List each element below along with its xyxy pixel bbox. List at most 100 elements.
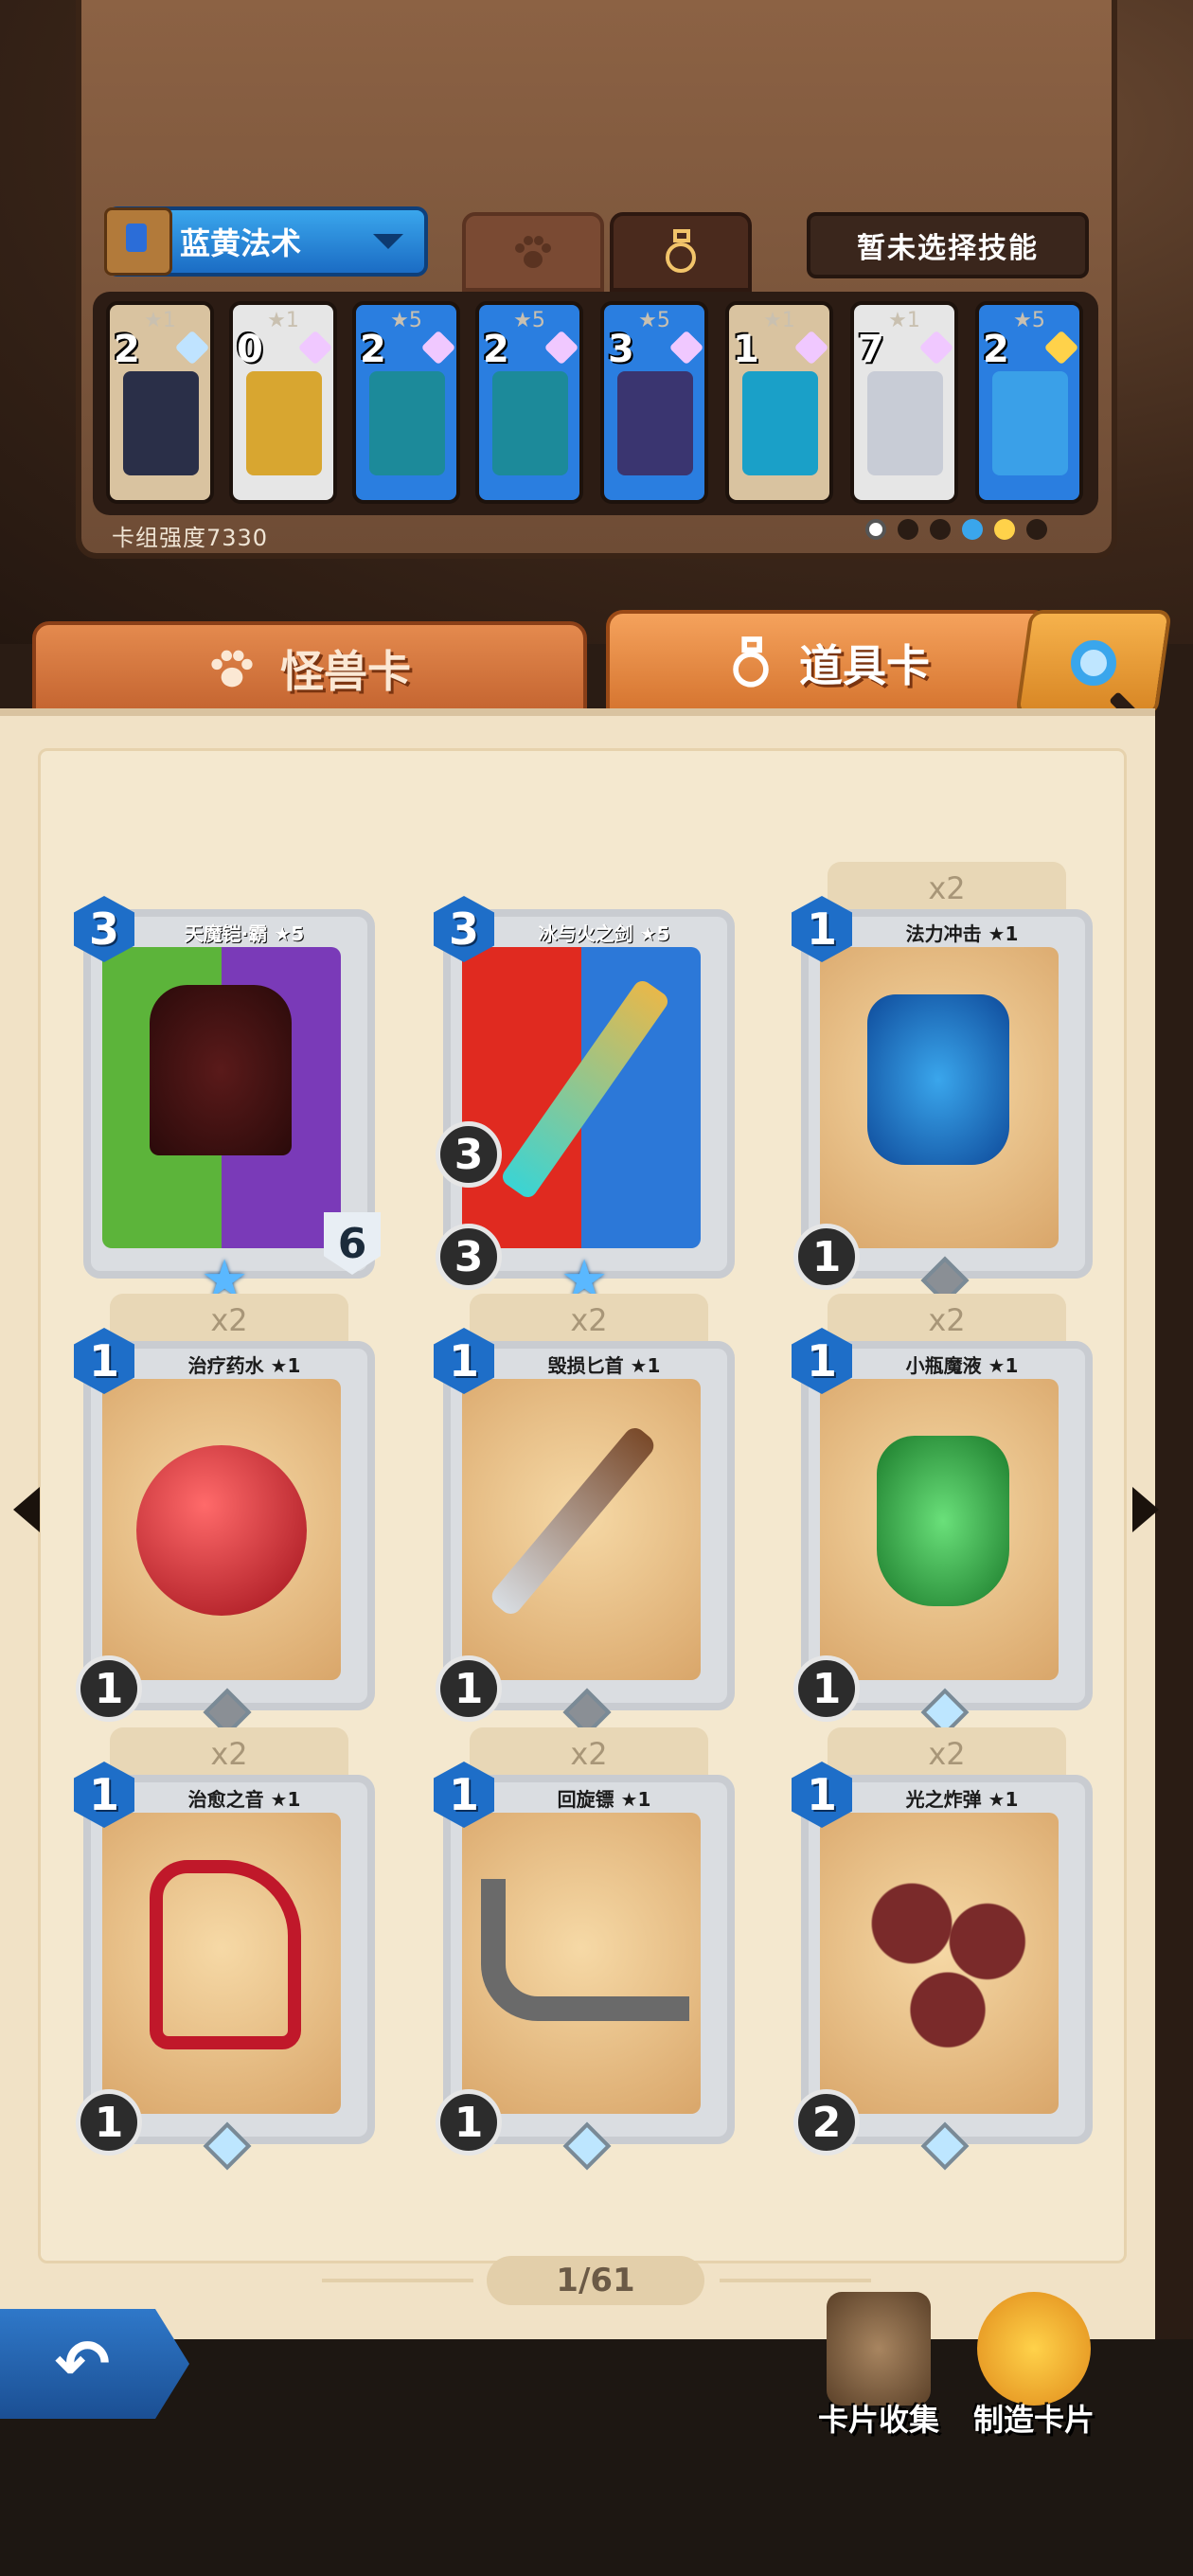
lightning-element-icon [994, 519, 1015, 540]
item-card[interactable]: x2 法力冲击 ★1 1 1 [792, 862, 1093, 1305]
duplicate-count: x2 [828, 862, 1066, 915]
card-name: 治疗药水 ★1 [187, 1354, 301, 1377]
card-power: 1 [76, 1655, 142, 1722]
item-card[interactable]: 天魔铠·霸 ★5 3 6 ★ [74, 896, 381, 1307]
duplicate-count: x2 [110, 1294, 348, 1347]
pager-decoration [720, 2279, 871, 2282]
rarity-gem-icon [793, 330, 829, 366]
card-name: 天魔铠·霸 ★5 [184, 922, 305, 945]
neutral-element-icon [865, 519, 886, 540]
next-page-arrow-icon[interactable] [1132, 1487, 1159, 1532]
tab-monster-label: 怪兽卡 [280, 646, 411, 697]
deck-mini-card[interactable]: ★1 2 [106, 301, 214, 504]
card-name: 小瓶魔液 ★1 [905, 1354, 1019, 1377]
craft-card-label: 制造卡片 [972, 2402, 1095, 2438]
potion-icon [733, 636, 769, 688]
prev-page-arrow-icon[interactable] [13, 1487, 40, 1532]
deck-mini-card[interactable]: ★5 2 [975, 301, 1083, 504]
card-name: 法力冲击 ★1 [905, 922, 1019, 945]
card-art [492, 371, 568, 475]
card-name: 光之炸弹 ★1 [905, 1788, 1019, 1811]
craft-card-button[interactable]: 制造卡片 [958, 2292, 1110, 2440]
tab-monster-cards[interactable]: 怪兽卡 [32, 621, 587, 716]
duplicate-count: x2 [828, 1727, 1066, 1780]
deck-element-icons [865, 519, 1047, 540]
card-count: 2 [483, 328, 509, 371]
rarity-gem-icon [668, 330, 704, 366]
card-power: 1 [436, 2089, 502, 2156]
item-card[interactable]: x2 治疗药水 ★1 1 1 [74, 1294, 375, 1737]
deck-mini-card[interactable]: ★5 2 [352, 301, 460, 504]
item-card[interactable]: x2 回旋镖 ★1 1 1 [434, 1727, 735, 2171]
item-card[interactable]: x2 治愈之音 ★1 1 1 [74, 1727, 375, 2171]
search-button[interactable] [1015, 610, 1172, 716]
deck-mini-card[interactable]: ★1 1 [725, 301, 833, 504]
card-name: 治愈之音 ★1 [187, 1788, 301, 1811]
bomb-art [858, 1869, 1038, 2049]
card-count: 0 [237, 328, 263, 371]
rarity-gem-icon [174, 330, 210, 366]
tab-item-cards[interactable]: 道具卡 [606, 610, 1051, 716]
item-card[interactable]: x2 毁损匕首 ★1 1 1 [434, 1294, 735, 1737]
card-count: 2 [983, 328, 1009, 371]
card-count: 2 [114, 328, 140, 371]
back-button[interactable]: ↶ [0, 2309, 189, 2419]
card-power: 1 [436, 1655, 502, 1722]
card-art [246, 371, 322, 475]
search-icon [1071, 640, 1116, 686]
card-count: 7 [858, 328, 884, 371]
tab-deck-monster[interactable] [462, 212, 604, 292]
card-name: 冰与火之剑 ★5 [538, 922, 670, 945]
harp-art [150, 1860, 301, 2049]
tab-deck-item[interactable] [610, 212, 752, 292]
green-potion-art [877, 1436, 1009, 1606]
item-card[interactable]: x2 小瓶魔液 ★1 1 1 [792, 1294, 1093, 1737]
card-art [369, 371, 445, 475]
rarity-gem-icon [1043, 330, 1079, 366]
leaf-element-icon [898, 519, 918, 540]
card-power: 2 [793, 2089, 860, 2156]
boomerang-art [481, 1879, 689, 2021]
card-count: 1 [733, 328, 759, 371]
rarity-gem-icon [543, 330, 579, 366]
deck-name-label: 蓝黄法术 [180, 225, 302, 261]
deck-mini-card[interactable]: ★5 3 [600, 301, 708, 504]
card-collection-label: 卡片收集 [817, 2402, 939, 2438]
paw-icon [515, 236, 551, 268]
duplicate-count: x2 [110, 1727, 348, 1780]
card-art [867, 371, 943, 475]
card-attack: 3 [436, 1121, 502, 1188]
deck-mini-card[interactable]: ★1 0 [229, 301, 337, 504]
deck-mini-card[interactable]: ★5 2 [475, 301, 583, 504]
card-art [742, 371, 818, 475]
card-art [123, 371, 199, 475]
rarity-gem-icon [420, 330, 456, 366]
spellbook-icon [104, 207, 172, 276]
tab-item-label: 道具卡 [799, 640, 930, 691]
item-card[interactable]: x2 光之炸弹 ★1 1 2 [792, 1727, 1093, 2171]
duplicate-count: x2 [470, 1727, 708, 1780]
deck-selector[interactable]: 蓝黄法术 [104, 206, 428, 277]
pager-decoration [322, 2279, 473, 2282]
card-album-icon [827, 2292, 931, 2406]
item-card[interactable]: 冰与火之剑 ★5 3 3 3 ★ [434, 896, 735, 1307]
mana-potion-art [867, 994, 1009, 1165]
card-power: 3 [436, 1224, 502, 1290]
armor-art [150, 985, 292, 1155]
card-count: 2 [360, 328, 386, 371]
craft-paw-icon [977, 2292, 1091, 2406]
deck-mini-card[interactable]: ★1 7 [850, 301, 958, 504]
card-count: 3 [608, 328, 634, 371]
back-arrow-icon: ↶ [54, 2325, 111, 2403]
duplicate-count: x2 [470, 1294, 708, 1347]
red-potion-art [136, 1445, 307, 1616]
card-collection-button[interactable]: 卡片收集 [803, 2292, 954, 2440]
dark-element-icon [1026, 519, 1047, 540]
card-name: 回旋镖 ★1 [557, 1788, 651, 1811]
card-power: 1 [76, 2089, 142, 2156]
claw-element-icon [930, 519, 951, 540]
skill-select-button[interactable]: 暂未选择技能 [807, 212, 1089, 278]
card-art [992, 371, 1068, 475]
card-name: 毁损匕首 ★1 [547, 1354, 661, 1377]
water-element-icon [962, 519, 983, 540]
